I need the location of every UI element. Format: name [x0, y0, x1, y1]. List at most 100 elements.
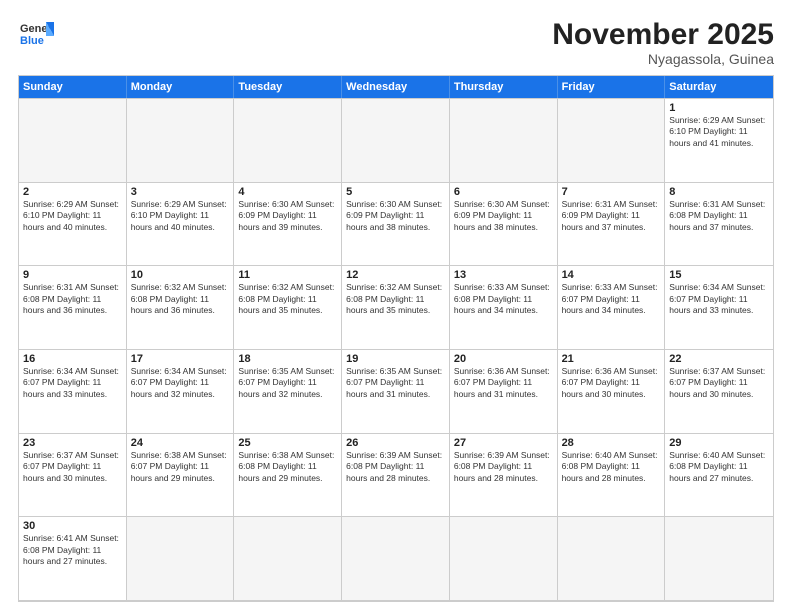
day-number: 15: [669, 269, 769, 281]
day-info: Sunrise: 6:32 AM Sunset: 6:08 PM Dayligh…: [131, 282, 230, 316]
day-info: Sunrise: 6:39 AM Sunset: 6:08 PM Dayligh…: [454, 450, 553, 484]
day-number: 30: [23, 520, 122, 532]
location: Nyagassola, Guinea: [552, 51, 774, 67]
day-info: Sunrise: 6:33 AM Sunset: 6:08 PM Dayligh…: [454, 282, 553, 316]
day-info: Sunrise: 6:32 AM Sunset: 6:08 PM Dayligh…: [346, 282, 445, 316]
day-header-wednesday: Wednesday: [342, 76, 450, 98]
day-info: Sunrise: 6:36 AM Sunset: 6:07 PM Dayligh…: [454, 366, 553, 400]
day-number: 17: [131, 353, 230, 365]
calendar-day-1: 1Sunrise: 6:29 AM Sunset: 6:10 PM Daylig…: [665, 99, 773, 183]
day-number: 4: [238, 186, 337, 198]
day-number: 3: [131, 186, 230, 198]
calendar-empty: [450, 517, 558, 601]
day-info: Sunrise: 6:30 AM Sunset: 6:09 PM Dayligh…: [238, 199, 337, 233]
page: General Blue November 2025 Nyagassola, G…: [0, 0, 792, 612]
calendar-day-28: 28Sunrise: 6:40 AM Sunset: 6:08 PM Dayli…: [558, 434, 666, 518]
day-info: Sunrise: 6:41 AM Sunset: 6:08 PM Dayligh…: [23, 533, 122, 567]
day-number: 18: [238, 353, 337, 365]
calendar-empty: [234, 99, 342, 183]
day-info: Sunrise: 6:30 AM Sunset: 6:09 PM Dayligh…: [454, 199, 553, 233]
day-info: Sunrise: 6:31 AM Sunset: 6:09 PM Dayligh…: [562, 199, 661, 233]
day-headers: SundayMondayTuesdayWednesdayThursdayFrid…: [19, 76, 773, 98]
day-info: Sunrise: 6:32 AM Sunset: 6:08 PM Dayligh…: [238, 282, 337, 316]
day-info: Sunrise: 6:31 AM Sunset: 6:08 PM Dayligh…: [669, 199, 769, 233]
calendar-day-11: 11Sunrise: 6:32 AM Sunset: 6:08 PM Dayli…: [234, 266, 342, 350]
calendar-day-17: 17Sunrise: 6:34 AM Sunset: 6:07 PM Dayli…: [127, 350, 235, 434]
title-block: November 2025 Nyagassola, Guinea: [552, 18, 774, 67]
day-info: Sunrise: 6:34 AM Sunset: 6:07 PM Dayligh…: [131, 366, 230, 400]
calendar-day-3: 3Sunrise: 6:29 AM Sunset: 6:10 PM Daylig…: [127, 183, 235, 267]
calendar-day-19: 19Sunrise: 6:35 AM Sunset: 6:07 PM Dayli…: [342, 350, 450, 434]
day-info: Sunrise: 6:37 AM Sunset: 6:07 PM Dayligh…: [669, 366, 769, 400]
logo-icon: General Blue: [18, 18, 54, 54]
day-info: Sunrise: 6:37 AM Sunset: 6:07 PM Dayligh…: [23, 450, 122, 484]
day-number: 29: [669, 437, 769, 449]
day-number: 20: [454, 353, 553, 365]
calendar-day-6: 6Sunrise: 6:30 AM Sunset: 6:09 PM Daylig…: [450, 183, 558, 267]
calendar-day-22: 22Sunrise: 6:37 AM Sunset: 6:07 PM Dayli…: [665, 350, 773, 434]
day-number: 2: [23, 186, 122, 198]
day-info: Sunrise: 6:30 AM Sunset: 6:09 PM Dayligh…: [346, 199, 445, 233]
calendar-day-30: 30Sunrise: 6:41 AM Sunset: 6:08 PM Dayli…: [19, 517, 127, 601]
calendar-empty: [127, 517, 235, 601]
day-number: 5: [346, 186, 445, 198]
calendar-day-24: 24Sunrise: 6:38 AM Sunset: 6:07 PM Dayli…: [127, 434, 235, 518]
day-info: Sunrise: 6:40 AM Sunset: 6:08 PM Dayligh…: [669, 450, 769, 484]
day-info: Sunrise: 6:33 AM Sunset: 6:07 PM Dayligh…: [562, 282, 661, 316]
day-number: 14: [562, 269, 661, 281]
calendar-day-2: 2Sunrise: 6:29 AM Sunset: 6:10 PM Daylig…: [19, 183, 127, 267]
day-header-friday: Friday: [558, 76, 666, 98]
day-number: 1: [669, 102, 769, 114]
calendar-empty: [234, 517, 342, 601]
calendar-day-5: 5Sunrise: 6:30 AM Sunset: 6:09 PM Daylig…: [342, 183, 450, 267]
calendar-day-4: 4Sunrise: 6:30 AM Sunset: 6:09 PM Daylig…: [234, 183, 342, 267]
calendar-empty: [450, 99, 558, 183]
calendar-day-16: 16Sunrise: 6:34 AM Sunset: 6:07 PM Dayli…: [19, 350, 127, 434]
day-number: 13: [454, 269, 553, 281]
calendar-empty: [127, 99, 235, 183]
day-number: 23: [23, 437, 122, 449]
day-info: Sunrise: 6:35 AM Sunset: 6:07 PM Dayligh…: [238, 366, 337, 400]
day-number: 26: [346, 437, 445, 449]
day-number: 16: [23, 353, 122, 365]
calendar-day-15: 15Sunrise: 6:34 AM Sunset: 6:07 PM Dayli…: [665, 266, 773, 350]
calendar-day-20: 20Sunrise: 6:36 AM Sunset: 6:07 PM Dayli…: [450, 350, 558, 434]
calendar: SundayMondayTuesdayWednesdayThursdayFrid…: [18, 75, 774, 602]
calendar-day-25: 25Sunrise: 6:38 AM Sunset: 6:08 PM Dayli…: [234, 434, 342, 518]
calendar-day-9: 9Sunrise: 6:31 AM Sunset: 6:08 PM Daylig…: [19, 266, 127, 350]
calendar-day-12: 12Sunrise: 6:32 AM Sunset: 6:08 PM Dayli…: [342, 266, 450, 350]
day-info: Sunrise: 6:31 AM Sunset: 6:08 PM Dayligh…: [23, 282, 122, 316]
day-number: 27: [454, 437, 553, 449]
day-number: 25: [238, 437, 337, 449]
logo: General Blue: [18, 18, 54, 54]
day-number: 21: [562, 353, 661, 365]
calendar-empty: [665, 517, 773, 601]
calendar-day-7: 7Sunrise: 6:31 AM Sunset: 6:09 PM Daylig…: [558, 183, 666, 267]
day-number: 9: [23, 269, 122, 281]
calendar-day-21: 21Sunrise: 6:36 AM Sunset: 6:07 PM Dayli…: [558, 350, 666, 434]
day-number: 8: [669, 186, 769, 198]
calendar-empty: [342, 99, 450, 183]
calendar-day-23: 23Sunrise: 6:37 AM Sunset: 6:07 PM Dayli…: [19, 434, 127, 518]
calendar-day-10: 10Sunrise: 6:32 AM Sunset: 6:08 PM Dayli…: [127, 266, 235, 350]
day-info: Sunrise: 6:39 AM Sunset: 6:08 PM Dayligh…: [346, 450, 445, 484]
header: General Blue November 2025 Nyagassola, G…: [18, 18, 774, 67]
calendar-empty: [19, 99, 127, 183]
day-number: 12: [346, 269, 445, 281]
calendar-day-29: 29Sunrise: 6:40 AM Sunset: 6:08 PM Dayli…: [665, 434, 773, 518]
day-header-monday: Monday: [127, 76, 235, 98]
month-title: November 2025: [552, 18, 774, 51]
day-info: Sunrise: 6:40 AM Sunset: 6:08 PM Dayligh…: [562, 450, 661, 484]
day-info: Sunrise: 6:38 AM Sunset: 6:07 PM Dayligh…: [131, 450, 230, 484]
day-info: Sunrise: 6:35 AM Sunset: 6:07 PM Dayligh…: [346, 366, 445, 400]
day-number: 7: [562, 186, 661, 198]
day-info: Sunrise: 6:29 AM Sunset: 6:10 PM Dayligh…: [131, 199, 230, 233]
day-info: Sunrise: 6:34 AM Sunset: 6:07 PM Dayligh…: [23, 366, 122, 400]
calendar-day-14: 14Sunrise: 6:33 AM Sunset: 6:07 PM Dayli…: [558, 266, 666, 350]
calendar-empty: [558, 99, 666, 183]
day-info: Sunrise: 6:34 AM Sunset: 6:07 PM Dayligh…: [669, 282, 769, 316]
day-header-tuesday: Tuesday: [234, 76, 342, 98]
day-header-sunday: Sunday: [19, 76, 127, 98]
day-number: 24: [131, 437, 230, 449]
calendar-day-8: 8Sunrise: 6:31 AM Sunset: 6:08 PM Daylig…: [665, 183, 773, 267]
